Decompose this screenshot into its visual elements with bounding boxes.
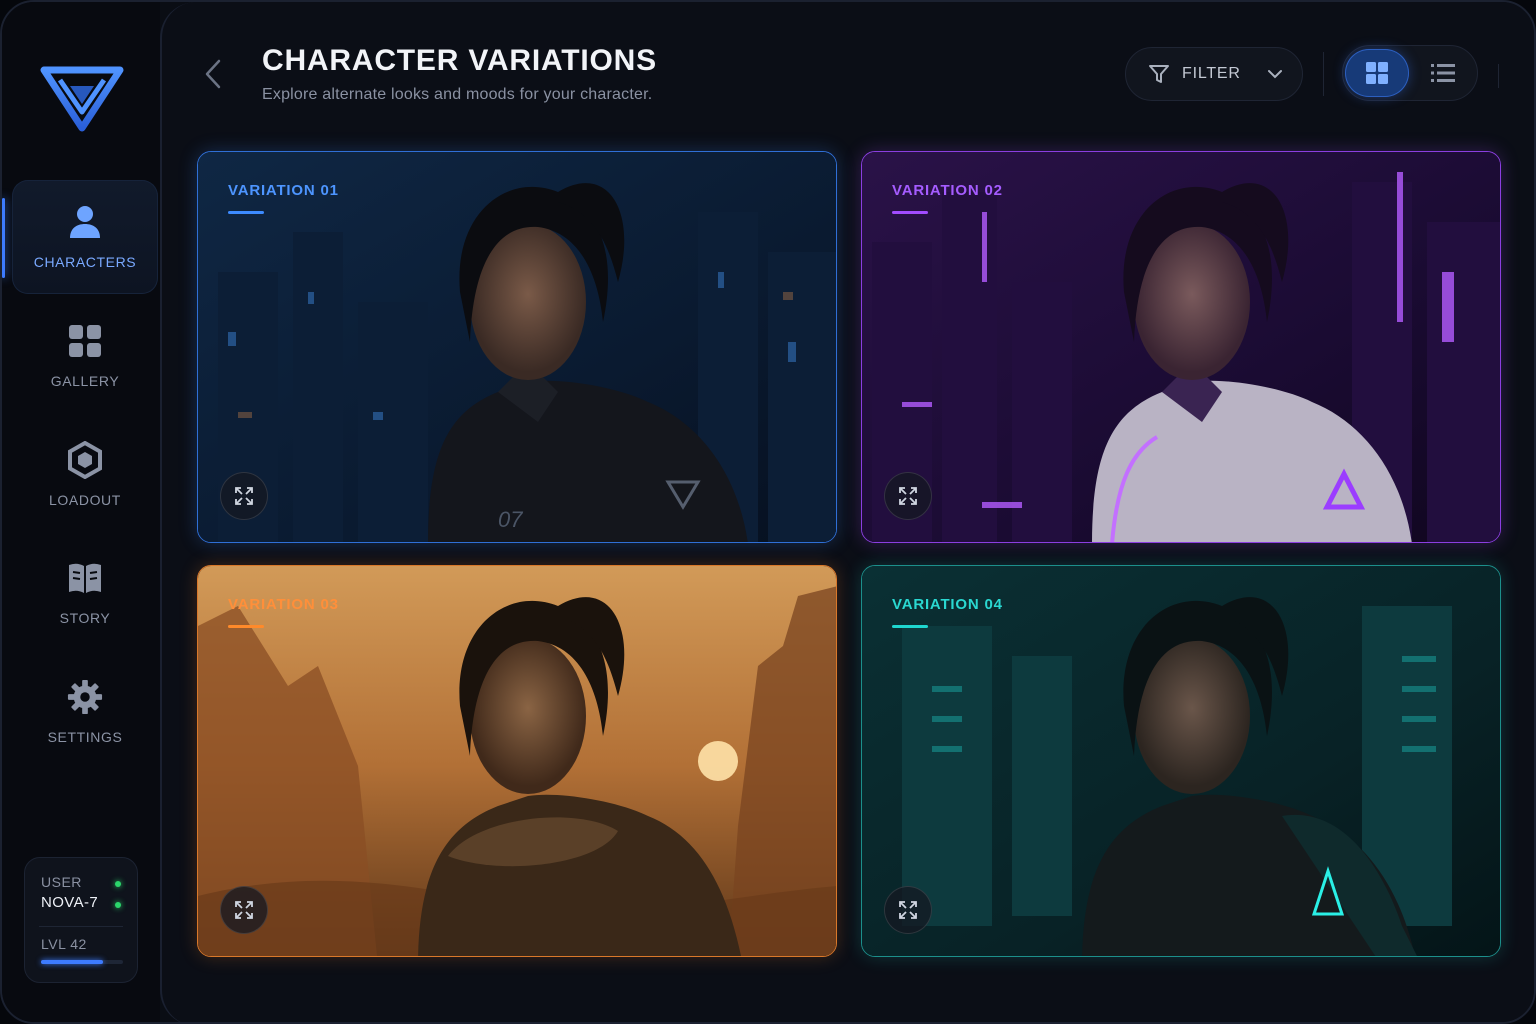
- sidebar-item-label: SETTINGS: [47, 729, 123, 745]
- sidebar-item-settings[interactable]: SETTINGS: [12, 655, 158, 769]
- sidebar-item-label: CHARACTERS: [33, 254, 137, 270]
- user-card[interactable]: USER NOVA-7 LVL 42: [24, 857, 138, 983]
- grid-view-button[interactable]: [1345, 49, 1409, 97]
- chevron-left-icon: [205, 59, 221, 89]
- filter-label: FILTER: [1182, 65, 1241, 82]
- variation-label: VARIATION 02: [892, 182, 1003, 199]
- back-button[interactable]: [198, 54, 228, 94]
- list-view-icon: [1431, 64, 1455, 82]
- user-label: USER: [41, 874, 82, 890]
- chevron-down-icon: [1267, 69, 1283, 79]
- variation-card-4[interactable]: VARIATION 04: [861, 565, 1501, 957]
- expand-button[interactable]: [220, 472, 268, 520]
- expand-button[interactable]: [884, 472, 932, 520]
- divider: [39, 926, 123, 927]
- level-progress-bar: [41, 960, 123, 964]
- sidebar-item-gallery[interactable]: GALLERY: [12, 299, 158, 413]
- sidebar-item-characters[interactable]: CHARACTERS: [12, 180, 158, 294]
- user-level: LVL 42: [41, 936, 87, 952]
- expand-icon: [235, 901, 253, 919]
- variation-card-3[interactable]: VARIATION 03: [197, 565, 837, 957]
- filter-icon: [1149, 65, 1169, 83]
- online-status-dot: [115, 902, 121, 908]
- online-status-dot: [115, 881, 121, 887]
- view-toggle: [1342, 45, 1478, 101]
- grid-icon: [67, 323, 103, 359]
- expand-button[interactable]: [884, 886, 932, 934]
- variation-image-1: 07: [198, 152, 836, 542]
- variation-card-2[interactable]: VARIATION 02: [861, 151, 1501, 543]
- grid-view-icon: [1366, 62, 1388, 84]
- variation-image-2: [862, 152, 1500, 542]
- level-progress-fill: [41, 960, 103, 964]
- hexagon-icon: [67, 441, 103, 479]
- book-icon: [67, 560, 103, 596]
- user-icon: [67, 204, 103, 240]
- main-panel: CHARACTER VARIATIONS Explore alternate l…: [160, 2, 1534, 1022]
- gear-icon: [67, 679, 103, 715]
- filter-button[interactable]: FILTER: [1125, 47, 1303, 101]
- sidebar-item-label: GALLERY: [50, 373, 120, 389]
- page-title: CHARACTER VARIATIONS: [262, 44, 657, 77]
- user-name: NOVA-7: [41, 894, 99, 911]
- variation-image-4: [862, 566, 1500, 956]
- app-window: CHARACTERS GALLERY LOADOUT STORY SETTING: [0, 0, 1536, 1024]
- expand-button[interactable]: [220, 886, 268, 934]
- variation-card-1[interactable]: 07 VARIATION 01: [197, 151, 837, 543]
- sidebar-item-story[interactable]: STORY: [12, 536, 158, 650]
- variation-label: VARIATION 03: [228, 596, 339, 613]
- expand-icon: [899, 487, 917, 505]
- variation-underline: [228, 625, 264, 628]
- svg-text:07: 07: [498, 507, 523, 532]
- variation-underline: [892, 625, 928, 628]
- variation-underline: [228, 211, 264, 214]
- sidebar-item-loadout[interactable]: LOADOUT: [12, 418, 158, 532]
- divider: [1323, 52, 1324, 96]
- divider: [1498, 64, 1499, 88]
- sidebar-item-label: STORY: [59, 610, 111, 626]
- sidebar: CHARACTERS GALLERY LOADOUT STORY SETTING: [2, 2, 160, 1022]
- sidebar-item-label: LOADOUT: [49, 492, 121, 508]
- variation-label: VARIATION 01: [228, 182, 339, 199]
- active-indicator: [2, 198, 5, 278]
- variation-label: VARIATION 04: [892, 596, 1003, 613]
- list-view-button[interactable]: [1411, 49, 1475, 97]
- page-subtitle: Explore alternate looks and moods for yo…: [262, 86, 653, 103]
- expand-icon: [235, 487, 253, 505]
- variation-underline: [892, 211, 928, 214]
- app-logo[interactable]: [40, 62, 124, 134]
- variation-image-3: [198, 566, 836, 956]
- expand-icon: [899, 901, 917, 919]
